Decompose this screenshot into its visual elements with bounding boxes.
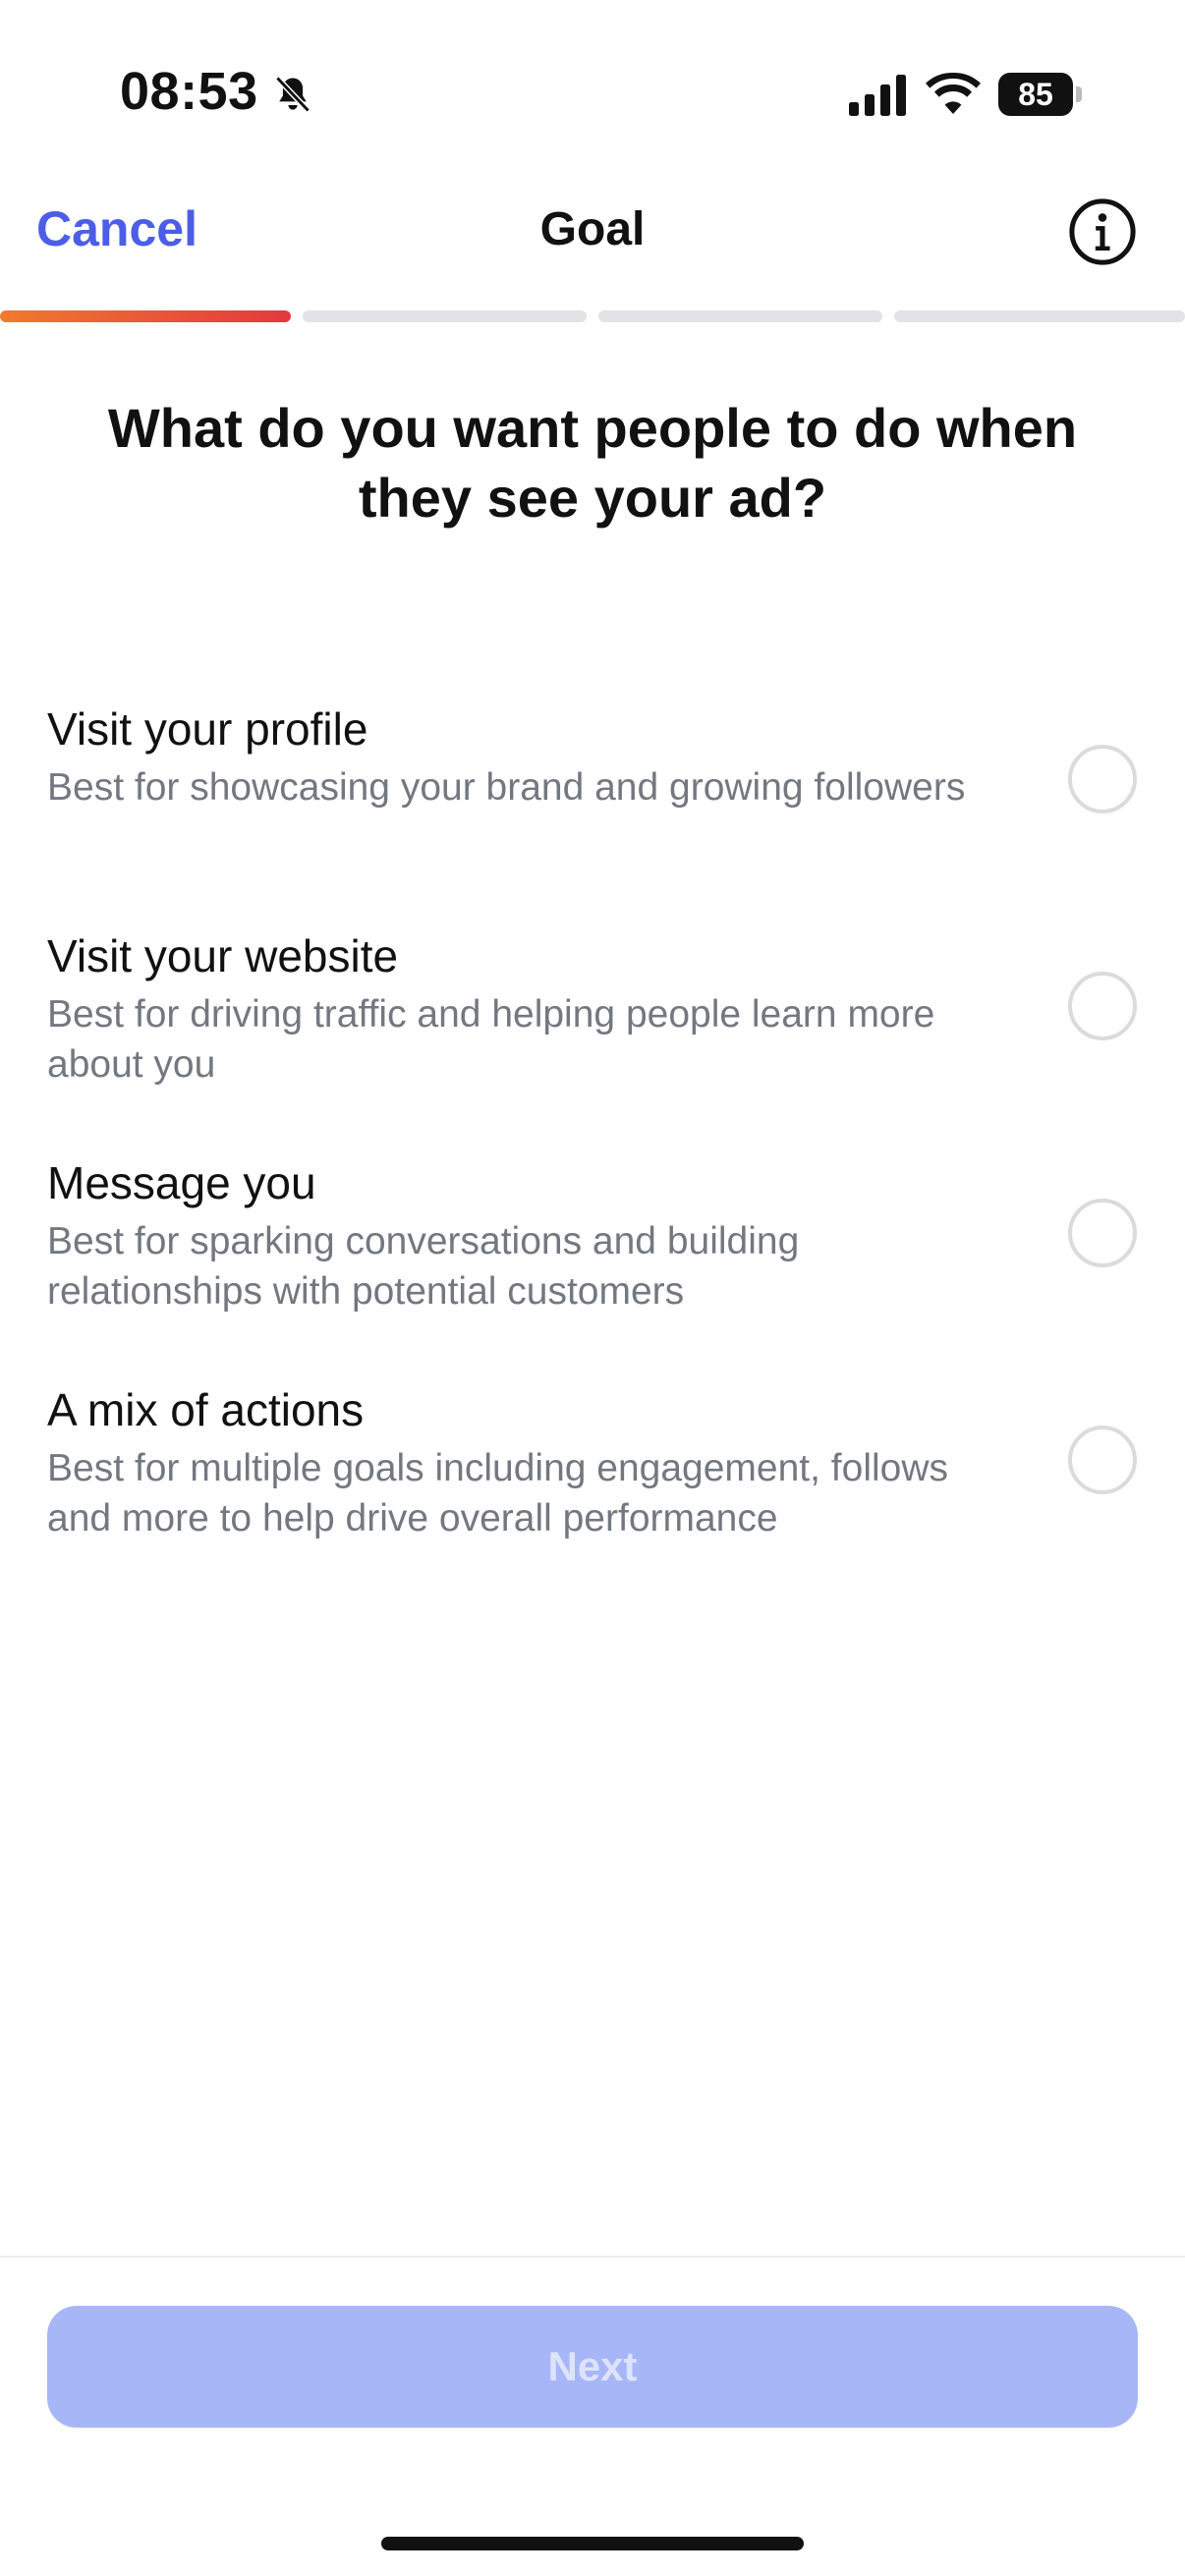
battery-level: 85 xyxy=(1018,76,1053,112)
option-title: Message you xyxy=(47,1157,316,1208)
progress-step-1 xyxy=(0,310,291,322)
option-description: Best for sparking conversations and buil… xyxy=(47,1220,800,1313)
question-heading: What do you want people to do when they … xyxy=(107,397,1078,529)
option-title: Visit your website xyxy=(47,930,399,981)
option-visit-website[interactable]: Visit your website Best for driving traf… xyxy=(0,928,1185,1141)
option-visit-profile[interactable]: Visit your profile Best for showcasing y… xyxy=(0,701,1185,914)
radio-button[interactable] xyxy=(1068,1426,1137,1494)
wifi-icon xyxy=(926,73,981,114)
status-time: 08:53 xyxy=(120,62,258,121)
battery-icon: 85 xyxy=(998,73,1082,116)
option-description: Best for driving traffic and helping peo… xyxy=(47,993,935,1086)
option-mix-of-actions[interactable]: A mix of actions Best for multiple goals… xyxy=(0,1382,1185,1595)
info-icon[interactable] xyxy=(1068,197,1137,266)
cellular-signal-icon xyxy=(849,75,906,116)
radio-button[interactable] xyxy=(1068,745,1137,813)
cancel-button[interactable]: Cancel xyxy=(36,200,198,257)
option-title: A mix of actions xyxy=(47,1384,365,1435)
status-bar: 08:53 85 xyxy=(0,0,1185,187)
progress-step-2 xyxy=(303,310,587,322)
option-description: Best for showcasing your brand and growi… xyxy=(47,766,966,809)
bell-slash-icon xyxy=(275,76,310,113)
radio-button[interactable] xyxy=(1068,972,1137,1040)
home-indicator xyxy=(381,2537,804,2550)
footer-divider xyxy=(0,2256,1185,2258)
progress-step-3 xyxy=(598,310,882,322)
option-title: Visit your profile xyxy=(47,703,368,755)
option-message-you[interactable]: Message you Best for sparking conversati… xyxy=(0,1155,1185,1368)
progress-bar xyxy=(0,310,1185,322)
next-button[interactable]: Next xyxy=(47,2306,1138,2428)
option-description: Best for multiple goals including engage… xyxy=(47,1447,949,1540)
progress-step-4 xyxy=(894,310,1185,322)
radio-button[interactable] xyxy=(1068,1199,1137,1267)
